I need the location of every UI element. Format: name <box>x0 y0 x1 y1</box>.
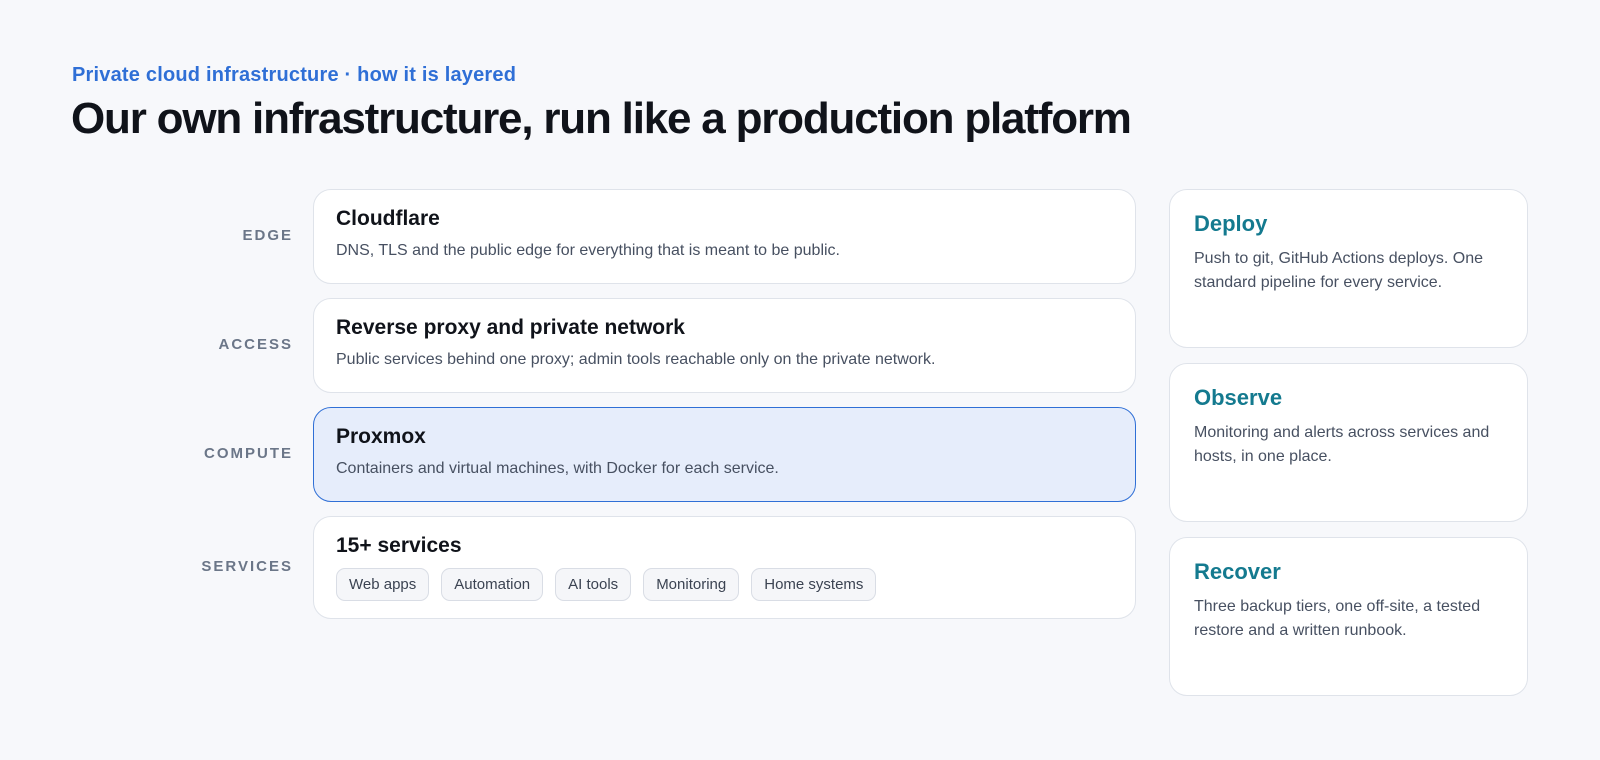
service-chip: Home systems <box>751 568 877 601</box>
layer-desc-access: Public services behind one proxy; admin … <box>336 351 936 368</box>
layer-title-access: Reverse proxy and private network <box>336 316 685 339</box>
layer-row-compute: COMPUTE Proxmox Containers and virtual m… <box>0 407 1136 502</box>
layer-desc-compute: Containers and virtual machines, with Do… <box>336 460 779 477</box>
service-chip-list: Web apps Automation AI tools Monitoring … <box>336 568 1113 601</box>
practice-card-deploy: Deploy Push to git, GitHub Actions deplo… <box>1169 189 1528 348</box>
layer-card-access: Reverse proxy and private network Public… <box>313 298 1136 393</box>
service-chip: Automation <box>441 568 544 601</box>
practice-title-recover: Recover <box>1194 559 1281 584</box>
layer-desc-edge: DNS, TLS and the public edge for everyth… <box>336 242 840 259</box>
layer-label-edge: EDGE <box>242 227 293 244</box>
eyebrow-label: Private cloud infrastructure · how it is… <box>72 64 517 86</box>
layer-row-access: ACCESS Reverse proxy and private network… <box>0 298 1136 393</box>
service-chip: AI tools <box>555 568 632 601</box>
practice-card-recover: Recover Three backup tiers, one off-site… <box>1169 537 1528 696</box>
layer-label-services: SERVICES <box>201 558 293 575</box>
service-chip: Monitoring <box>643 568 740 601</box>
layer-card-compute: Proxmox Containers and virtual machines,… <box>313 407 1136 502</box>
service-chip: Web apps <box>336 568 430 601</box>
layer-title-services: 15+ services <box>336 534 462 557</box>
layer-row-edge: EDGE Cloudflare DNS, TLS and the public … <box>0 189 1136 284</box>
layer-title-compute: Proxmox <box>336 425 426 448</box>
practice-title-observe: Observe <box>1194 385 1283 410</box>
layer-title-edge: Cloudflare <box>336 207 440 230</box>
practice-desc-observe: Monitoring and alerts across services an… <box>1194 424 1490 465</box>
infrastructure-overview: Private cloud infrastructure · how it is… <box>0 0 1600 760</box>
layer-label-compute: COMPUTE <box>204 445 293 462</box>
practice-card-observe: Observe Monitoring and alerts across ser… <box>1169 363 1528 522</box>
page-title: Our own infrastructure, run like a produ… <box>71 94 1132 143</box>
practice-desc-deploy: Push to git, GitHub Actions deploys. One… <box>1194 250 1484 291</box>
practice-title-deploy: Deploy <box>1194 211 1268 236</box>
layer-card-services: 15+ services Web apps Automation AI tool… <box>313 516 1136 619</box>
practice-desc-recover: Three backup tiers, one off-site, a test… <box>1194 598 1481 639</box>
layer-card-edge: Cloudflare DNS, TLS and the public edge … <box>313 189 1136 284</box>
layer-row-services: SERVICES 15+ services Web apps Automatio… <box>0 516 1136 619</box>
layer-label-access: ACCESS <box>218 336 293 353</box>
